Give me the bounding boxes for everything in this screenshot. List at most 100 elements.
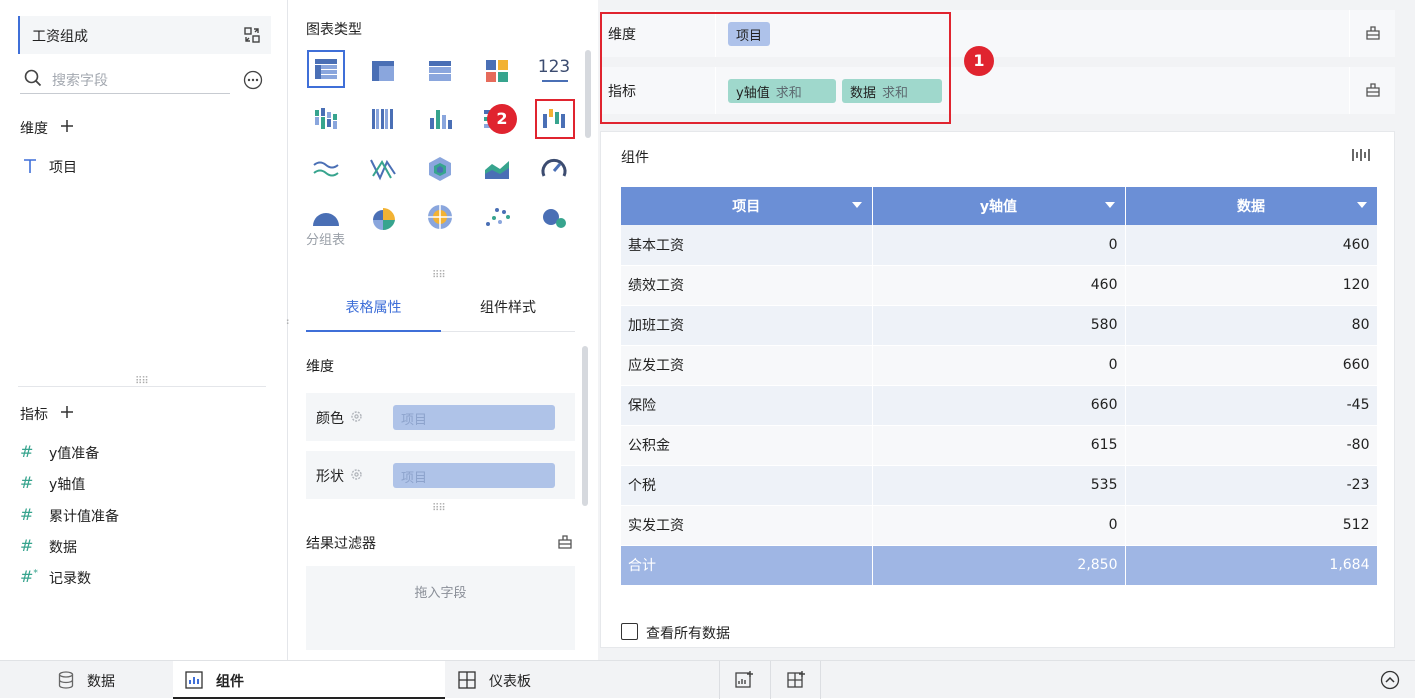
chart-type-area[interactable] <box>478 150 516 188</box>
total-cell: 合计 <box>621 545 873 586</box>
table-cell: 512 <box>1125 505 1378 546</box>
properties-scrollbar[interactable] <box>582 346 588 506</box>
filter-drop-zone[interactable]: 拖入字段 <box>306 566 575 650</box>
cross-table-icon <box>372 61 394 81</box>
table-cell: 0 <box>872 505 1126 546</box>
tab-component[interactable]: 组件 <box>173 661 445 699</box>
chart-type-title: 图表类型 <box>306 22 362 38</box>
waterfall-highlight-box <box>535 99 575 139</box>
shape-field-pill[interactable]: 项目 <box>393 463 555 488</box>
pie-icon <box>313 213 339 226</box>
table-cell: 应发工资 <box>621 345 873 386</box>
table-cell: -23 <box>1125 465 1378 506</box>
indicator-field-label: 数据 <box>49 540 77 556</box>
table-total-row: 合计 2,850 1,684 <box>621 545 1378 586</box>
indicator-shelf-config-icon[interactable] <box>1363 80 1383 100</box>
settings-gear-icon[interactable] <box>350 410 363 423</box>
result-filter-title: 结果过滤器 <box>306 536 376 552</box>
table-cell: 660 <box>1125 345 1378 386</box>
dashboard-icon <box>458 671 476 689</box>
props-dimension-title: 维度 <box>306 359 334 375</box>
table-cell: 580 <box>872 305 1126 346</box>
chart-type-scatter[interactable] <box>478 200 516 238</box>
table-row: 应发工资 0 660 <box>621 345 1378 386</box>
table-cell: 0 <box>872 345 1126 386</box>
chart-type-column[interactable] <box>421 100 459 138</box>
chart-toggle-icon[interactable] <box>1351 147 1371 163</box>
tab-data[interactable]: 数据 <box>0 661 173 699</box>
settings-gear-icon[interactable] <box>350 468 363 481</box>
chart-type-scrollbar[interactable] <box>585 50 591 138</box>
chart-type-rose[interactable] <box>364 200 402 238</box>
tab-table-properties[interactable]: 表格属性 <box>306 296 441 332</box>
shelf-divider <box>1349 67 1350 114</box>
gauge-icon <box>541 158 567 177</box>
shelves-highlight-box <box>600 12 951 124</box>
chart-type-cross-table[interactable] <box>364 52 402 90</box>
bottom-divider <box>820 661 821 699</box>
add-component-icon[interactable] <box>734 670 754 690</box>
field-search[interactable]: 搜索字段 <box>20 64 230 94</box>
column-header-item[interactable]: 项目 <box>621 187 873 225</box>
table-cell: 660 <box>872 385 1126 426</box>
search-icon <box>24 69 42 87</box>
add-indicator-icon[interactable] <box>60 405 74 419</box>
component-preview-card: 组件 项目 y轴值 数据 基本工资 0 460 绩效工资 460 120 加班工… <box>600 131 1395 648</box>
chart-type-radar[interactable] <box>364 150 402 188</box>
component-title[interactable]: 工资组成 <box>32 26 88 46</box>
shape-property-row[interactable]: 形状 项目 <box>306 451 575 499</box>
chart-type-polygon[interactable] <box>421 150 459 188</box>
text-type-icon <box>24 159 36 173</box>
switch-dataset-icon[interactable] <box>243 26 261 44</box>
sort-dropdown-icon[interactable] <box>851 202 862 208</box>
chart-type-group-table[interactable] <box>421 52 459 90</box>
color-property-row[interactable]: 颜色 项目 <box>306 393 575 441</box>
column-header-y[interactable]: y轴值 <box>872 187 1126 225</box>
number-type-icon: # <box>20 536 34 555</box>
collapse-up-icon[interactable] <box>1380 670 1400 690</box>
column-header-data[interactable]: 数据 <box>1125 187 1378 225</box>
sort-dropdown-icon[interactable] <box>1356 202 1367 208</box>
chart-type-line[interactable] <box>307 150 345 188</box>
bottom-tab-bar: 数据 组件 仪表板 <box>0 660 1415 699</box>
sort-dropdown-icon[interactable] <box>1104 202 1115 208</box>
database-icon <box>58 671 74 689</box>
tab-dashboard[interactable]: 仪表板 <box>445 661 720 699</box>
chart-type-card[interactable] <box>478 52 516 90</box>
table-cell: 120 <box>1125 265 1378 306</box>
field-panel: 工资组成 搜索字段 维度 项目 ⠿⠿ 指标 # y值准备 # y轴值 # 累计值… <box>0 0 288 660</box>
properties-resize-grip[interactable]: ⠿⠿ <box>432 503 446 514</box>
dimension-shelf-config-icon[interactable] <box>1363 23 1383 43</box>
table-cell: 保险 <box>621 385 873 426</box>
table-row: 加班工资 580 80 <box>621 305 1378 346</box>
chart-type-resize-grip[interactable]: ⠿⠿ <box>432 270 446 281</box>
filter-config-icon[interactable] <box>555 532 575 552</box>
table-row: 绩效工资 460 120 <box>621 265 1378 306</box>
annotation-badge-2: 2 <box>487 104 517 134</box>
more-options-icon[interactable] <box>243 70 263 90</box>
add-dimension-icon[interactable] <box>60 119 74 133</box>
dimension-title-label: 维度 <box>20 121 48 137</box>
shelf-divider <box>1349 10 1350 57</box>
dimension-section-title: 维度 <box>20 118 48 138</box>
area-chart-icon <box>485 161 509 179</box>
chart-type-stacked-bar[interactable] <box>307 100 345 138</box>
component-title-box[interactable]: 工资组成 <box>18 16 271 54</box>
table-cell: -80 <box>1125 425 1378 466</box>
tab-component-style[interactable]: 组件样式 <box>441 296 575 332</box>
table-row: 公积金 615 -80 <box>621 425 1378 466</box>
chart-type-bubble[interactable] <box>535 200 573 238</box>
color-field-pill[interactable]: 项目 <box>393 405 555 430</box>
indicator-field-label: 累计值准备 <box>49 509 119 525</box>
indicator-field-label: 记录数 <box>49 571 91 587</box>
sunburst-icon <box>428 205 452 229</box>
add-dashboard-icon[interactable] <box>786 670 806 690</box>
chart-type-sunburst[interactable] <box>421 200 459 238</box>
view-all-checkbox[interactable] <box>621 623 638 640</box>
table-cell: 0 <box>872 225 1126 266</box>
chart-type-gauge[interactable] <box>535 150 573 188</box>
chart-type-grouped-bar[interactable] <box>364 100 402 138</box>
chart-type-kpi[interactable]: 123 <box>535 52 573 90</box>
chart-type-detail-table[interactable] <box>307 50 345 88</box>
number-type-icon: # <box>20 442 34 461</box>
